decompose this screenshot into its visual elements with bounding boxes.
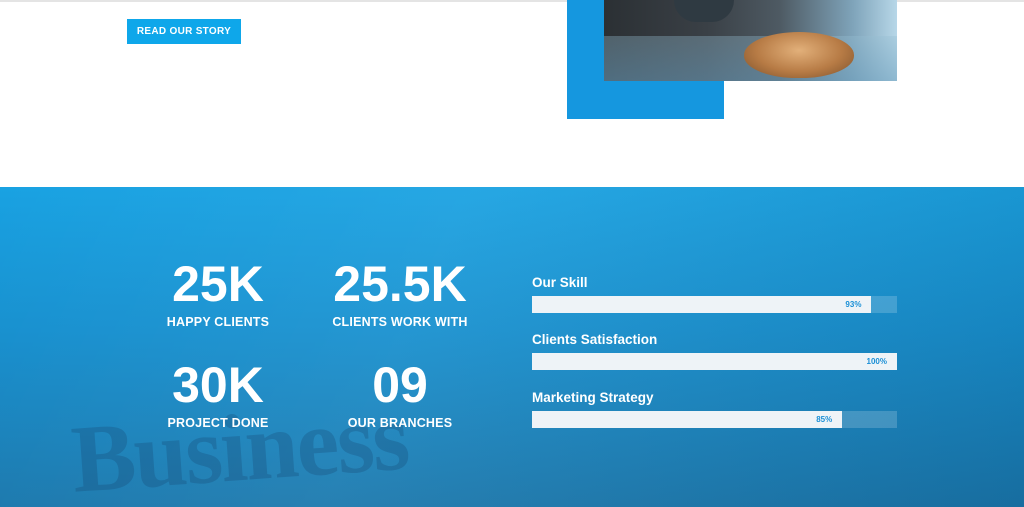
skill-label: Clients Satisfaction xyxy=(532,332,658,347)
skill-label: Our Skill xyxy=(532,275,588,290)
read-our-story-button[interactable]: READ OUR STORY xyxy=(127,19,241,44)
stat-label: PROJECT DONE xyxy=(167,416,269,430)
photo-hand-detail xyxy=(674,0,734,22)
stat-happy-clients: 25K HAPPY CLIENTS xyxy=(158,258,278,330)
skill-marketing-strategy: Marketing Strategy 85% xyxy=(532,390,897,428)
stat-label: HAPPY CLIENTS xyxy=(166,315,270,329)
progress-fill: 85% xyxy=(532,411,843,428)
progress-fill: 100% xyxy=(532,353,897,370)
progress-fill: 93% xyxy=(532,296,872,313)
progress-track: 93% xyxy=(532,296,897,313)
progress-percent: 93% xyxy=(845,300,862,309)
stats-section: Business 25K HAPPY CLIENTS 25.5K CLIENTS… xyxy=(0,187,1024,507)
stat-label: OUR BRANCHES xyxy=(347,416,453,430)
stat-value: 30K xyxy=(172,357,264,413)
progress-track: 100% xyxy=(532,353,897,370)
skill-clients-satisfaction: Clients Satisfaction 100% xyxy=(532,332,897,370)
skill-our-skill: Our Skill 93% xyxy=(532,275,897,313)
progress-percent: 100% xyxy=(866,357,887,366)
stat-clients-work-with: 25.5K CLIENTS WORK WITH xyxy=(320,258,480,330)
stat-value: 25K xyxy=(172,256,264,312)
office-meeting-photo xyxy=(604,0,897,81)
stat-value: 25.5K xyxy=(333,256,467,312)
skill-label: Marketing Strategy xyxy=(532,390,654,405)
progress-percent: 85% xyxy=(816,415,833,424)
stat-value: 09 xyxy=(372,357,428,413)
stat-project-done: 30K PROJECT DONE xyxy=(158,359,278,431)
progress-track: 85% xyxy=(532,411,897,428)
photo-wooden-bowl xyxy=(744,32,854,78)
stat-label: CLIENTS WORK WITH xyxy=(332,315,468,329)
stat-our-branches: 09 OUR BRANCHES xyxy=(330,359,470,431)
